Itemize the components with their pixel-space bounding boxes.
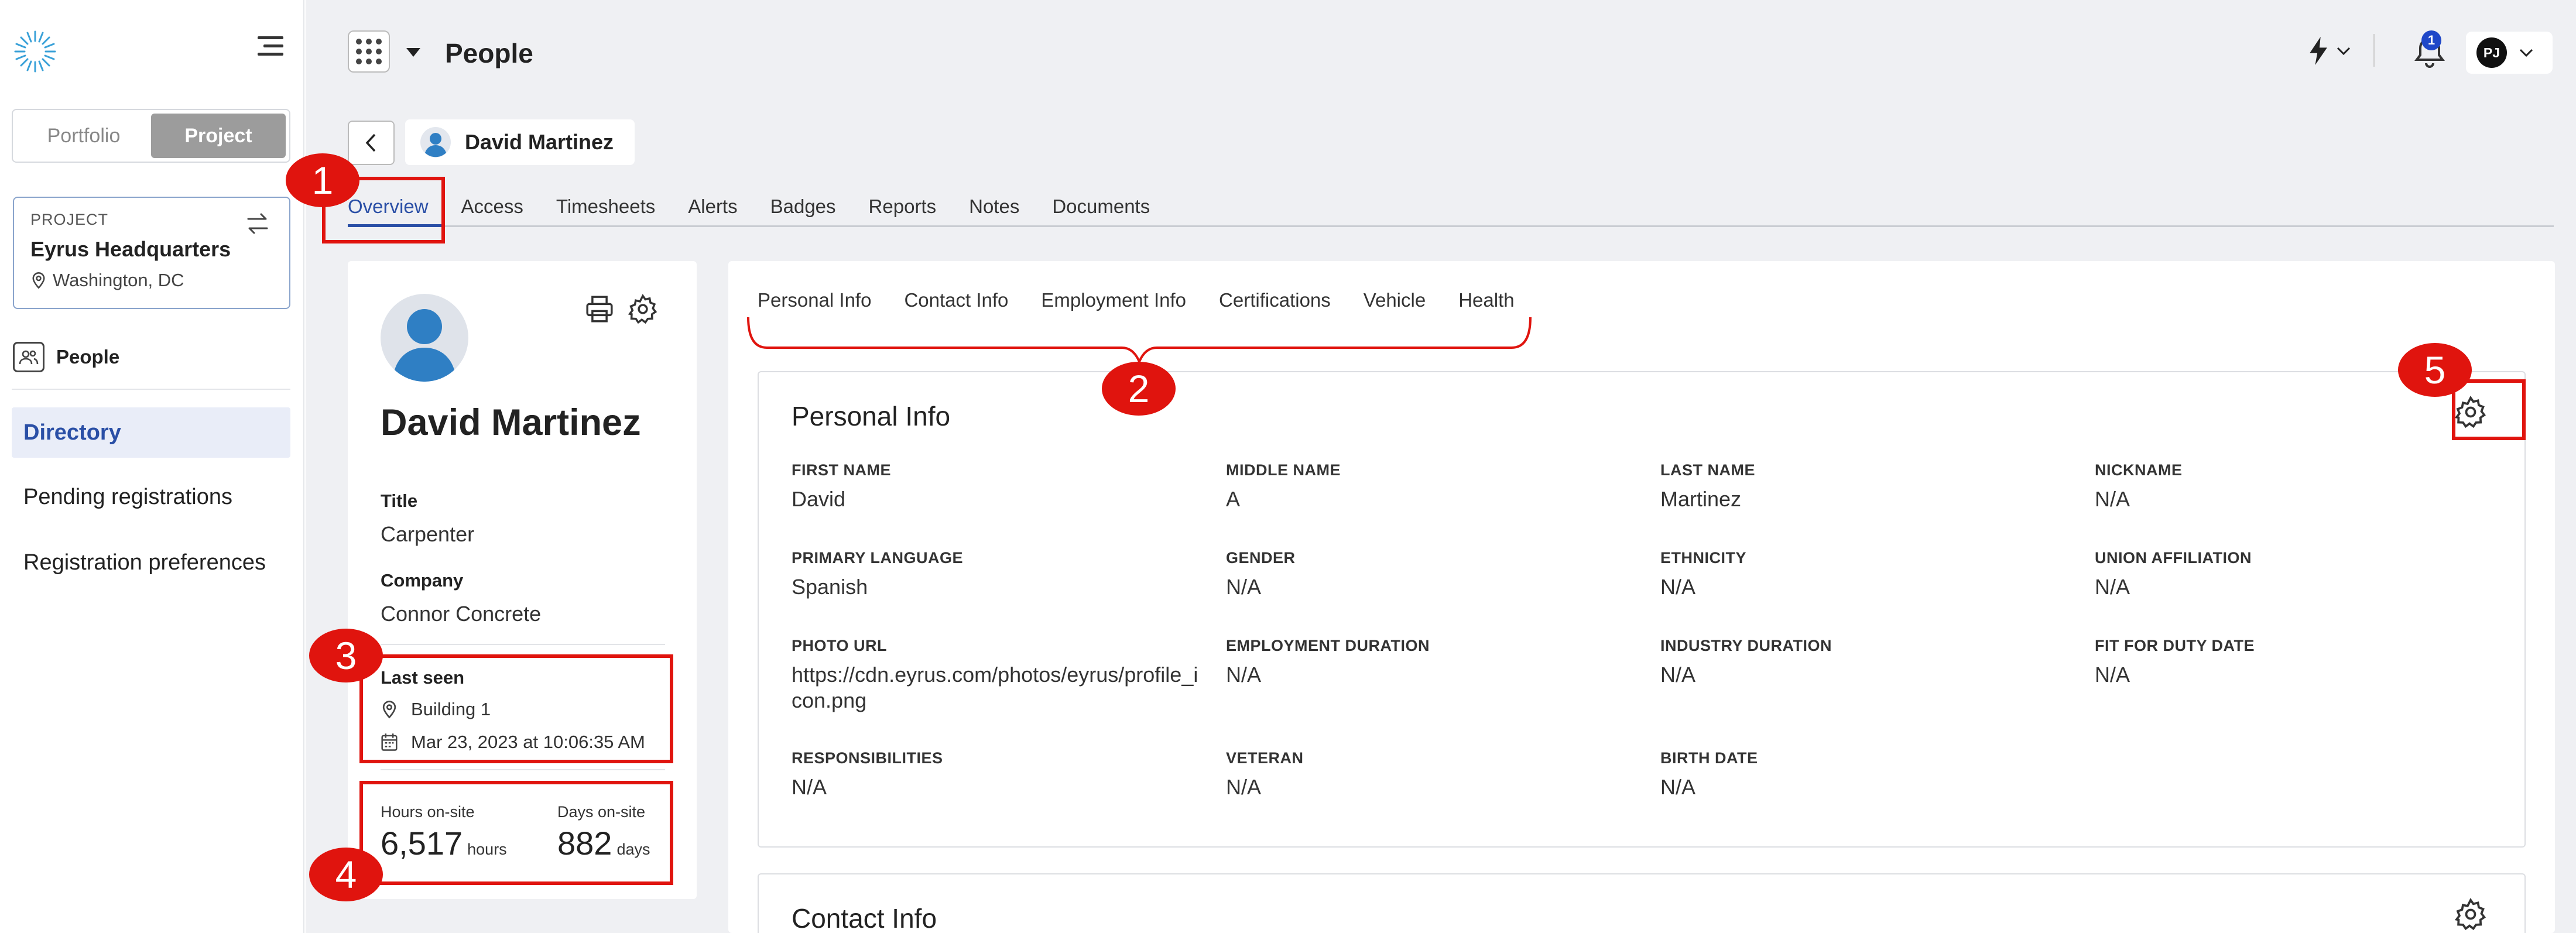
user-menu-button[interactable]: PJ — [2466, 32, 2553, 74]
annotation-box-3 — [359, 654, 673, 763]
back-button[interactable] — [348, 121, 395, 165]
location-pin-icon — [32, 272, 45, 289]
project-card[interactable]: PROJECT Eyrus Headquarters Washington, D… — [13, 197, 290, 309]
field-ethnicity: ETHNICITY N/A — [1660, 549, 1747, 599]
title-label: Title — [381, 490, 418, 511]
annotation-box-4 — [359, 781, 673, 885]
swap-project-icon[interactable] — [245, 211, 270, 236]
info-subtabs: Personal Info Contact Info Employment In… — [758, 289, 1515, 311]
annotation-bracket-2 — [747, 317, 1532, 362]
person-chip: David Martinez — [405, 119, 635, 165]
lightning-icon — [2310, 36, 2327, 66]
company-label: Company — [381, 570, 464, 591]
people-section-label: People — [56, 346, 120, 368]
project-card-label: PROJECT — [30, 211, 109, 228]
people-section-header: People — [13, 342, 119, 372]
annotation-marker-3: 3 — [309, 629, 383, 682]
profile-avatar — [381, 294, 468, 382]
chevron-down-icon — [2337, 47, 2351, 56]
annotation-marker-1: 1 — [286, 153, 359, 207]
chevron-left-icon — [365, 133, 376, 152]
details-card: Personal Info Contact Info Employment In… — [728, 261, 2555, 933]
person-tabs: Overview Access Timesheets Alerts Badges… — [348, 192, 2554, 227]
settings-gear-icon[interactable] — [628, 294, 658, 324]
app-launcher-icon[interactable] — [348, 30, 390, 73]
profile-divider — [381, 644, 665, 645]
annotation-marker-2: 2 — [1102, 362, 1176, 416]
sidebar: Portfolio Project PROJECT Eyrus Headquar… — [0, 0, 304, 933]
subtab-vehicle[interactable]: Vehicle — [1364, 289, 1426, 311]
subtab-certifications[interactable]: Certifications — [1219, 289, 1331, 311]
eyrus-logo[interactable] — [13, 29, 57, 74]
settings-gear-icon[interactable] — [2454, 898, 2487, 931]
field-middle-name: MIDDLE NAME A — [1226, 461, 1341, 511]
sidebar-item-pending-registrations[interactable]: Pending registrations — [12, 472, 290, 522]
profile-name: David Martinez — [381, 402, 641, 443]
personal-info-section: Personal Info FIRST NAME David MIDDLE NAM… — [758, 371, 2526, 848]
subtab-employment-info[interactable]: Employment Info — [1041, 289, 1186, 311]
notification-count-badge: 1 — [2421, 30, 2441, 50]
tab-timesheets[interactable]: Timesheets — [540, 192, 672, 227]
sidebar-divider — [12, 389, 290, 390]
tab-reports[interactable]: Reports — [852, 192, 953, 227]
chevron-down-icon — [2519, 49, 2533, 57]
personal-info-title: Personal Info — [792, 401, 951, 431]
tab-notes[interactable]: Notes — [953, 192, 1036, 227]
tab-access[interactable]: Access — [445, 192, 540, 227]
field-nickname: NICKNAME N/A — [2095, 461, 2183, 511]
app-menu-caret-icon[interactable] — [406, 48, 420, 57]
field-first-name: FIRST NAME David — [792, 461, 891, 511]
field-last-name: LAST NAME Martinez — [1660, 461, 1755, 511]
tab-documents[interactable]: Documents — [1036, 192, 1166, 227]
field-fit-for-duty-date: FIT FOR DUTY DATE N/A — [2095, 637, 2255, 687]
annotation-marker-4: 4 — [309, 848, 383, 901]
subtab-contact-info[interactable]: Contact Info — [904, 289, 1008, 311]
field-primary-language: PRIMARY LANGUAGE Spanish — [792, 549, 964, 599]
field-union-affiliation: UNION AFFILIATION N/A — [2095, 549, 2252, 599]
field-industry-duration: INDUSTRY DURATION N/A — [1660, 637, 1832, 687]
portfolio-toggle-button[interactable]: Portfolio — [16, 114, 151, 158]
person-chip-name: David Martinez — [465, 130, 614, 154]
menu-icon[interactable] — [258, 36, 287, 62]
profile-divider — [381, 769, 665, 770]
annotation-box-5 — [2452, 379, 2526, 440]
contact-info-title: Contact Info — [792, 903, 937, 933]
quick-actions-button[interactable] — [2307, 35, 2354, 67]
field-employment-duration: EMPLOYMENT DURATION N/A — [1226, 637, 1430, 687]
title-value: Carpenter — [381, 522, 475, 546]
company-value: Connor Concrete — [381, 602, 542, 626]
field-birth-date: BIRTH DATE N/A — [1660, 749, 1758, 799]
field-responsibilities: RESPONSIBILITIES N/A — [792, 749, 943, 799]
contact-info-section: Contact Info — [758, 873, 2526, 933]
field-veteran: VETERAN N/A — [1226, 749, 1304, 799]
sidebar-item-registration-preferences[interactable]: Registration preferences — [12, 537, 290, 588]
tab-alerts[interactable]: Alerts — [672, 192, 753, 227]
subtab-health[interactable]: Health — [1458, 289, 1514, 311]
subtab-personal-info[interactable]: Personal Info — [758, 289, 871, 311]
annotation-marker-5: 5 — [2398, 343, 2472, 397]
field-gender: GENDER N/A — [1226, 549, 1296, 599]
project-name: Eyrus Headquarters — [30, 237, 231, 261]
user-avatar: PJ — [2476, 37, 2507, 68]
person-avatar-icon — [420, 127, 451, 157]
tab-badges[interactable]: Badges — [754, 192, 852, 227]
sidebar-item-directory[interactable]: Directory — [12, 407, 290, 458]
project-toggle-button[interactable]: Project — [151, 114, 286, 158]
project-location-text: Washington, DC — [53, 270, 184, 290]
print-icon[interactable] — [584, 294, 615, 324]
header-divider — [2373, 34, 2375, 67]
people-icon — [13, 342, 44, 372]
project-location: Washington, DC — [30, 270, 273, 291]
field-photo-url: PHOTO URL https://cdn.eyrus.com/photos/ey… — [792, 637, 1198, 712]
page-title: People — [445, 38, 533, 68]
portfolio-project-toggle: Portfolio Project — [12, 109, 290, 163]
